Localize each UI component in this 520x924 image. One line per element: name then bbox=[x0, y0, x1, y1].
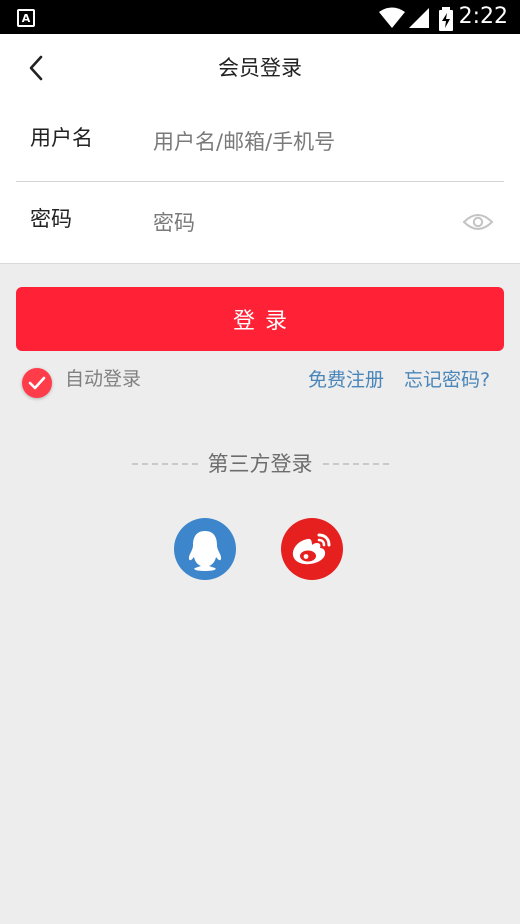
login-button[interactable]: 登录 bbox=[16, 287, 504, 351]
checkbox-checked bbox=[22, 368, 52, 398]
username-label: 用户名 bbox=[30, 126, 93, 150]
app-header: 会员登录 bbox=[0, 34, 520, 102]
weibo-login-button[interactable] bbox=[281, 518, 343, 580]
login-form: 用户名 密码 bbox=[0, 102, 520, 264]
qq-icon bbox=[188, 531, 222, 571]
password-input[interactable] bbox=[153, 205, 444, 241]
third-party-title: 第三方登录 bbox=[207, 452, 313, 476]
wifi-icon bbox=[379, 7, 405, 28]
page-title: 会员登录 bbox=[218, 56, 302, 80]
auto-login-label: 自动登录 bbox=[65, 368, 142, 390]
password-label: 密码 bbox=[30, 207, 72, 231]
forgot-password-link[interactable]: 忘记密码? bbox=[404, 367, 490, 393]
third-party-divider: 第三方登录 bbox=[0, 450, 520, 478]
checkmark-icon bbox=[28, 376, 46, 390]
qq-login-button[interactable] bbox=[174, 518, 236, 580]
divider-line-left bbox=[131, 463, 198, 465]
username-row: 用户名 bbox=[16, 102, 504, 182]
status-bar: A 2:22 bbox=[0, 0, 520, 34]
cell-signal-icon bbox=[409, 8, 429, 28]
divider-line-right bbox=[322, 463, 389, 465]
password-row: 密码 bbox=[16, 183, 504, 263]
battery-charging-icon bbox=[439, 7, 453, 31]
eye-icon[interactable] bbox=[462, 211, 494, 233]
register-link[interactable]: 免费注册 bbox=[308, 367, 384, 393]
weibo-icon bbox=[292, 533, 331, 565]
username-input[interactable] bbox=[153, 124, 444, 160]
app-notification-icon: A bbox=[17, 9, 35, 27]
status-time: 2:22 bbox=[458, 4, 508, 29]
